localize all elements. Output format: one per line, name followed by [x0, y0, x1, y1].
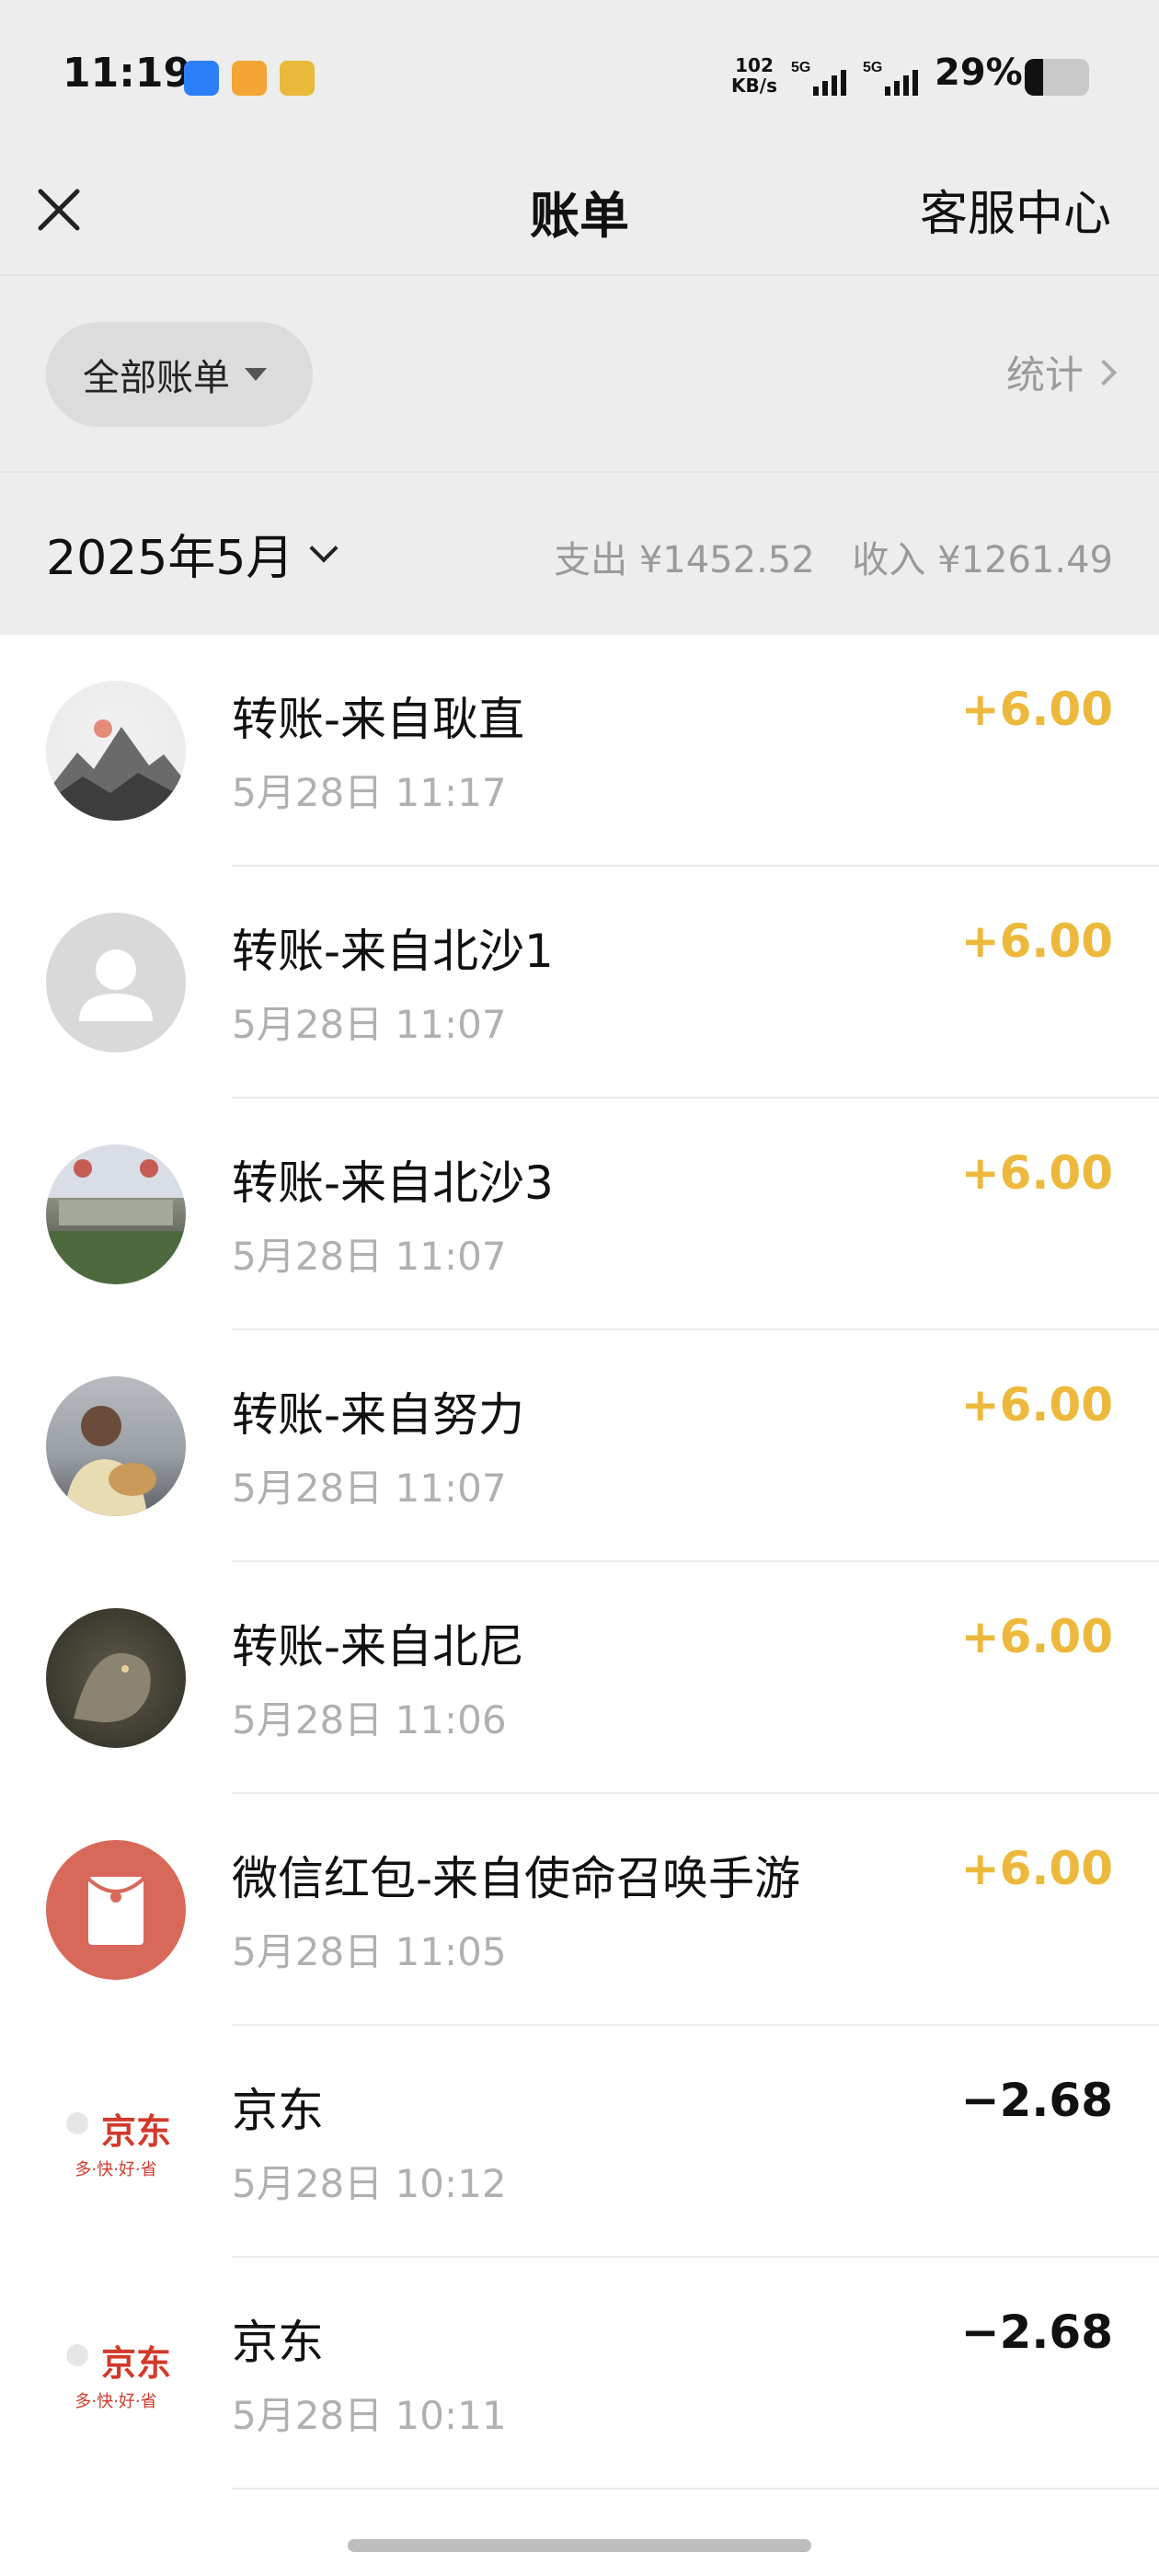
bill-time: 5月28日 10:11	[232, 2393, 507, 2438]
bill-amount: +6.00	[960, 1378, 1113, 1432]
jd-logo-slogan: 多·快·好·省	[75, 2392, 156, 2411]
bill-time: 5月28日 11:07	[232, 1234, 507, 1279]
caret-down-icon	[245, 368, 267, 381]
avatar	[46, 913, 186, 1052]
battery-percent: 29%	[935, 52, 1023, 94]
bill-filter-dropdown[interactable]: 全部账单	[46, 322, 313, 427]
statistics-label: 统计	[1005, 352, 1084, 397]
chevron-right-icon	[1090, 359, 1118, 385]
network-speed: 102 KB/s	[727, 55, 782, 96]
bill-time: 5月28日 11:07	[232, 1002, 507, 1047]
signal-5g-icon: 5G	[791, 60, 846, 96]
bill-item[interactable]: 转账-来自北沙1 5月28日 11:07 +6.00	[0, 867, 1159, 1098]
bill-time: 5月28日 10:12	[232, 2161, 507, 2206]
home-indicator[interactable]	[348, 2539, 811, 2552]
bill-title: 转账-来自北沙1	[232, 925, 554, 978]
bill-amount: +6.00	[960, 1842, 1113, 1895]
app-notification-icon	[280, 61, 315, 96]
bill-time: 5月28日 11:17	[232, 770, 507, 815]
bill-item[interactable]: 京东 多·快·好·省 京东 5月28日 10:12 −2.68	[0, 2026, 1159, 2258]
bill-amount: −2.68	[960, 2306, 1113, 2359]
month-income: 收入 ¥1261.49	[852, 539, 1113, 581]
bill-time: 5月28日 11:07	[232, 1466, 507, 1511]
jd-logo-text: 京东	[101, 2343, 171, 2384]
bill-filter-label: 全部账单	[83, 357, 230, 399]
avatar	[46, 1608, 186, 1748]
jd-logo-text: 京东	[101, 2111, 171, 2152]
bill-item[interactable]: 转账-来自努力 5月28日 11:07 +6.00	[0, 1330, 1159, 1562]
nav-bar: 账单 客服中心	[0, 147, 1159, 274]
bill-amount: +6.00	[960, 683, 1113, 736]
avatar	[46, 1144, 186, 1284]
bill-item[interactable]: 转账-来自北沙3 5月28日 11:07 +6.00	[0, 1098, 1159, 1330]
weibo-icon	[232, 61, 267, 96]
month-header: 2025年5月 支出 ¥1452.52 收入 ¥1261.49	[0, 471, 1159, 635]
bill-item[interactable]: 京东 多·快·好·省 京东 5月28日 10:11 −2.68	[0, 2258, 1159, 2490]
bill-time: 5月28日 11:06	[232, 1697, 507, 1742]
customer-service-button[interactable]: 客服中心	[920, 175, 1111, 244]
battery-icon	[1025, 59, 1089, 96]
bill-time: 5月28日 11:05	[232, 1929, 507, 1974]
divider	[232, 2488, 1159, 2490]
signal-label: 5G	[863, 60, 882, 75]
bill-item[interactable]: 转账-来自耿直 5月28日 11:17 +6.00	[0, 635, 1159, 867]
bill-title: 京东	[232, 2316, 324, 2369]
network-speed-unit: KB/s	[731, 75, 777, 97]
bill-title: 转账-来自北沙3	[232, 1156, 554, 1210]
bill-title: 转账-来自耿直	[232, 693, 525, 746]
app-notification-icon	[184, 61, 219, 96]
signal-5g-icon: 5G	[863, 60, 918, 96]
bill-item[interactable]: 转账-来自北尼 5月28日 11:06 +6.00	[0, 1562, 1159, 1794]
chevron-down-icon	[309, 533, 339, 563]
month-expense: 支出 ¥1452.52	[554, 539, 815, 581]
bill-title: 微信红包-来自使命召唤手游	[232, 1852, 801, 1905]
statistics-link[interactable]: 统计	[1005, 344, 1118, 400]
bill-title: 转账-来自努力	[232, 1388, 525, 1442]
jd-logo-icon: 京东多·快·好·省	[46, 2304, 186, 2444]
month-summary: 支出 ¥1452.52 收入 ¥1261.49	[528, 530, 1113, 583]
status-time: 11:19	[63, 50, 192, 97]
red-packet-icon	[46, 1840, 186, 1980]
jd-logo-icon: 京东多·快·好·省	[46, 2072, 186, 2212]
bill-amount: +6.00	[960, 1146, 1113, 1200]
month-label: 2025年5月	[46, 531, 294, 586]
avatar	[46, 681, 186, 821]
battery-level	[1025, 59, 1044, 96]
bill-amount: −2.68	[960, 2074, 1113, 2127]
filter-row: 全部账单 统计	[0, 274, 1159, 473]
bill-list: 转账-来自耿直 5月28日 11:17 +6.00 转账-来自北沙1 5月28日 11:…	[0, 635, 1159, 2490]
bill-item[interactable]: 微信红包-来自使命召唤手游 5月28日 11:05 +6.00	[0, 1794, 1159, 2026]
status-bar: 11:19 102 KB/s 5G 5G 29%	[0, 0, 1159, 147]
month-picker[interactable]: 2025年5月	[46, 519, 339, 588]
avatar	[46, 1376, 186, 1516]
jd-logo-slogan: 多·快·好·省	[75, 2160, 156, 2179]
bill-title: 京东	[232, 2084, 324, 2137]
bill-amount: +6.00	[960, 914, 1113, 968]
signal-label: 5G	[791, 60, 810, 75]
bill-amount: +6.00	[960, 1610, 1113, 1663]
network-speed-value: 102	[735, 54, 774, 76]
bill-title: 转账-来自北尼	[232, 1620, 525, 1673]
